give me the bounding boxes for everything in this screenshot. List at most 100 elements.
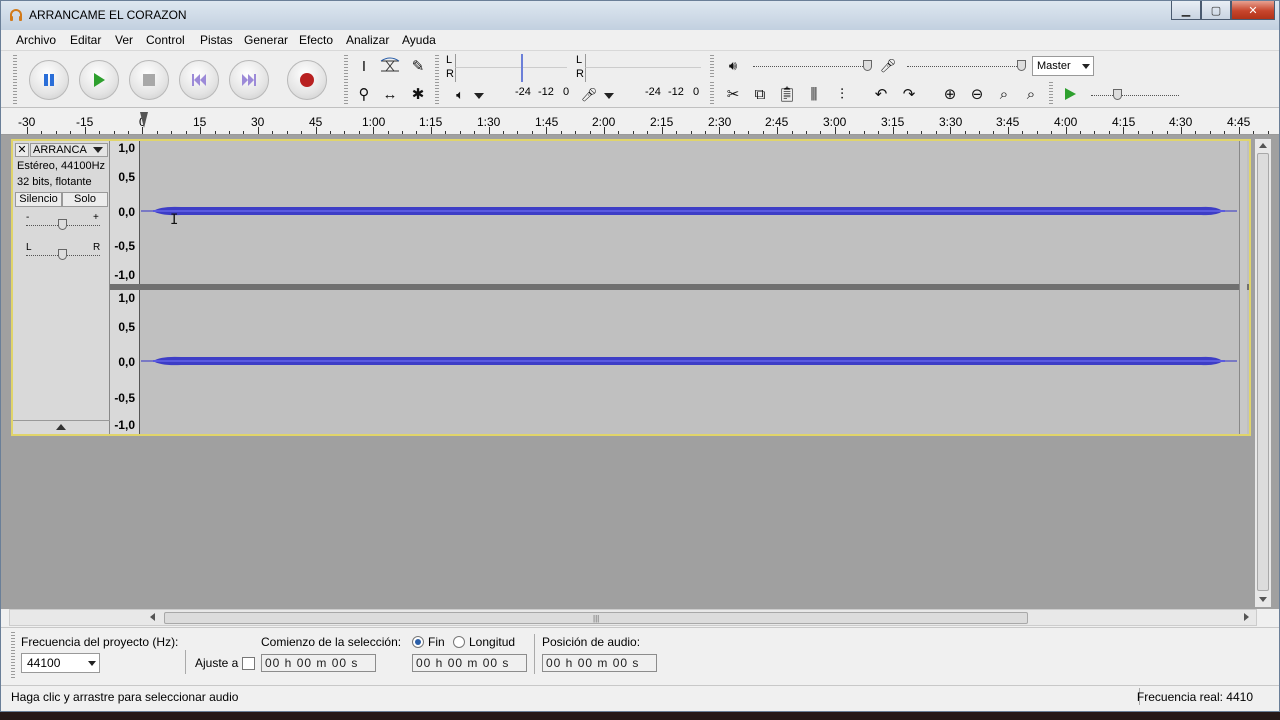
skip-start-button[interactable] (179, 60, 219, 100)
ruler-tick (1239, 127, 1240, 134)
rec-meter-right[interactable] (585, 68, 701, 82)
output-volume-thumb[interactable] (863, 60, 872, 71)
ruler-tick (633, 131, 634, 134)
maximize-button[interactable]: ▢ (1201, 1, 1231, 20)
skip-start-icon (192, 74, 206, 86)
toolbar-grip[interactable] (344, 55, 348, 105)
trim-icon[interactable]: ⫼ (803, 83, 825, 105)
track-close-button[interactable]: ✕ (15, 143, 29, 157)
track-name-menu[interactable]: ARRANCA (30, 143, 108, 157)
timeline-ruler[interactable]: -30 -15 0 15 30 45 1:00 1:15 1:30 1:45 2:00 2:15 2:3… (1, 108, 1279, 135)
collapse-arrow-icon (56, 424, 66, 430)
menu-analizar[interactable]: Analizar (346, 33, 389, 47)
play-meter-left[interactable] (455, 54, 567, 68)
collapse-track-button[interactable] (13, 420, 110, 434)
play-at-speed-icon[interactable] (1059, 83, 1081, 105)
horizontal-scroll-thumb[interactable]: ||| (164, 612, 1028, 624)
ruler-tick (157, 131, 158, 134)
scroll-right-icon[interactable] (1244, 613, 1249, 621)
gain-thumb[interactable] (58, 219, 67, 230)
play-meter-right[interactable] (455, 68, 567, 82)
close-button[interactable]: ✕ (1231, 1, 1275, 20)
ruler-tick (604, 127, 605, 134)
toolbar-grip[interactable] (435, 55, 439, 105)
input-source-select[interactable]: Master (1032, 56, 1094, 76)
pause-button[interactable] (29, 60, 69, 100)
cut-icon[interactable]: ✂ (722, 83, 744, 105)
zoom-out-icon[interactable]: ⊖ (966, 83, 988, 105)
envelope-tool-icon[interactable] (379, 55, 401, 77)
ruler-tick (1152, 131, 1153, 134)
menu-ayuda[interactable]: Ayuda (402, 33, 436, 47)
rec-meter-dropdown-icon[interactable] (604, 93, 614, 99)
menu-generar[interactable]: Generar (244, 33, 288, 47)
ruler-tick (532, 131, 533, 134)
play-speed-thumb[interactable] (1113, 89, 1122, 100)
selection-tool-icon[interactable]: I (353, 55, 375, 77)
play-speed-slider[interactable] (1091, 95, 1179, 96)
speaker-icon[interactable]: 🔈︎ (449, 84, 471, 106)
selection-end-time[interactable]: 00 h 00 m 00 s (412, 654, 527, 672)
horizontal-scrollbar[interactable]: ||| (9, 609, 1257, 626)
fit-project-icon[interactable]: ⌕ (1020, 83, 1042, 105)
microphone-icon[interactable]: 🎤︎ (578, 84, 600, 106)
undo-icon[interactable]: ↶ (870, 83, 892, 105)
rec-scale-tick: -12 (668, 86, 684, 98)
toolbar-grip[interactable] (710, 82, 714, 106)
menu-efecto[interactable]: Efecto (299, 33, 333, 47)
menu-editar[interactable]: Editar (70, 33, 101, 47)
timeshift-tool-icon[interactable]: ↔ (379, 83, 401, 105)
fit-selection-icon[interactable]: ⌕ (993, 83, 1015, 105)
scroll-left-icon[interactable] (150, 613, 155, 621)
selection-start-time[interactable]: 00 h 00 m 00 s (261, 654, 376, 672)
vertical-scroll-thumb[interactable] (1257, 153, 1269, 591)
redo-icon[interactable]: ↷ (898, 83, 920, 105)
ruler-tick (489, 127, 490, 134)
toolbar-grip[interactable] (1049, 82, 1053, 106)
snap-to-checkbox[interactable] (242, 657, 255, 670)
minimize-button[interactable]: ▁ (1171, 1, 1201, 20)
menu-archivo[interactable]: Archivo (16, 33, 56, 47)
play-position-marker[interactable] (140, 112, 148, 128)
menu-pistas[interactable]: Pistas (200, 33, 233, 47)
menu-ver[interactable]: Ver (115, 33, 133, 47)
ruler-tick (907, 131, 908, 134)
snap-to-label: Ajuste a (195, 656, 239, 670)
pencil-tool-icon[interactable]: ✎ (407, 55, 429, 77)
multi-tool-icon[interactable]: ✱ (407, 83, 429, 105)
scroll-up-icon[interactable] (1259, 143, 1267, 148)
track-menu-arrow-icon (93, 147, 103, 153)
audio-position-time[interactable]: 00 h 00 m 00 s (542, 654, 657, 672)
copy-icon[interactable]: ⧉ (749, 83, 771, 105)
rec-meter-left[interactable] (585, 54, 701, 68)
record-button[interactable] (287, 60, 327, 100)
mute-button[interactable]: Silencio (15, 192, 62, 207)
track-panel[interactable]: ✕ ARRANCA Estéreo, 44100Hz 32 bits, flot… (1, 135, 1279, 609)
project-rate-select[interactable]: 44100 (21, 653, 100, 673)
paste-icon[interactable]: 📋︎ (776, 83, 798, 105)
ruler-tick (359, 131, 360, 134)
play-button[interactable] (79, 60, 119, 100)
vertical-scrollbar[interactable] (1255, 139, 1271, 607)
zoom-tool-icon[interactable]: ⚲ (353, 83, 375, 105)
play-meter-dropdown-icon[interactable] (474, 93, 484, 99)
silence-icon[interactable]: ⫶ (831, 83, 853, 105)
zoom-in-icon[interactable]: ⊕ (939, 83, 961, 105)
length-radio[interactable] (453, 636, 465, 648)
scroll-down-icon[interactable] (1259, 597, 1267, 602)
headphones-icon (10, 9, 22, 21)
output-volume-slider[interactable] (753, 66, 871, 67)
input-volume-slider[interactable] (907, 66, 1025, 67)
skip-end-button[interactable] (229, 60, 269, 100)
audio-track[interactable]: ✕ ARRANCA Estéreo, 44100Hz 32 bits, flot… (11, 139, 1251, 436)
input-volume-thumb[interactable] (1017, 60, 1026, 71)
pan-thumb[interactable] (58, 249, 67, 260)
end-radio[interactable] (412, 636, 424, 648)
toolbar-grip[interactable] (13, 55, 17, 105)
toolbar-grip[interactable] (710, 55, 714, 79)
toolbar-grip[interactable] (11, 632, 15, 680)
ruler-tick (647, 131, 648, 134)
menu-control[interactable]: Control (146, 33, 185, 47)
stop-button[interactable] (129, 60, 169, 100)
solo-button[interactable]: Solo (62, 192, 108, 207)
